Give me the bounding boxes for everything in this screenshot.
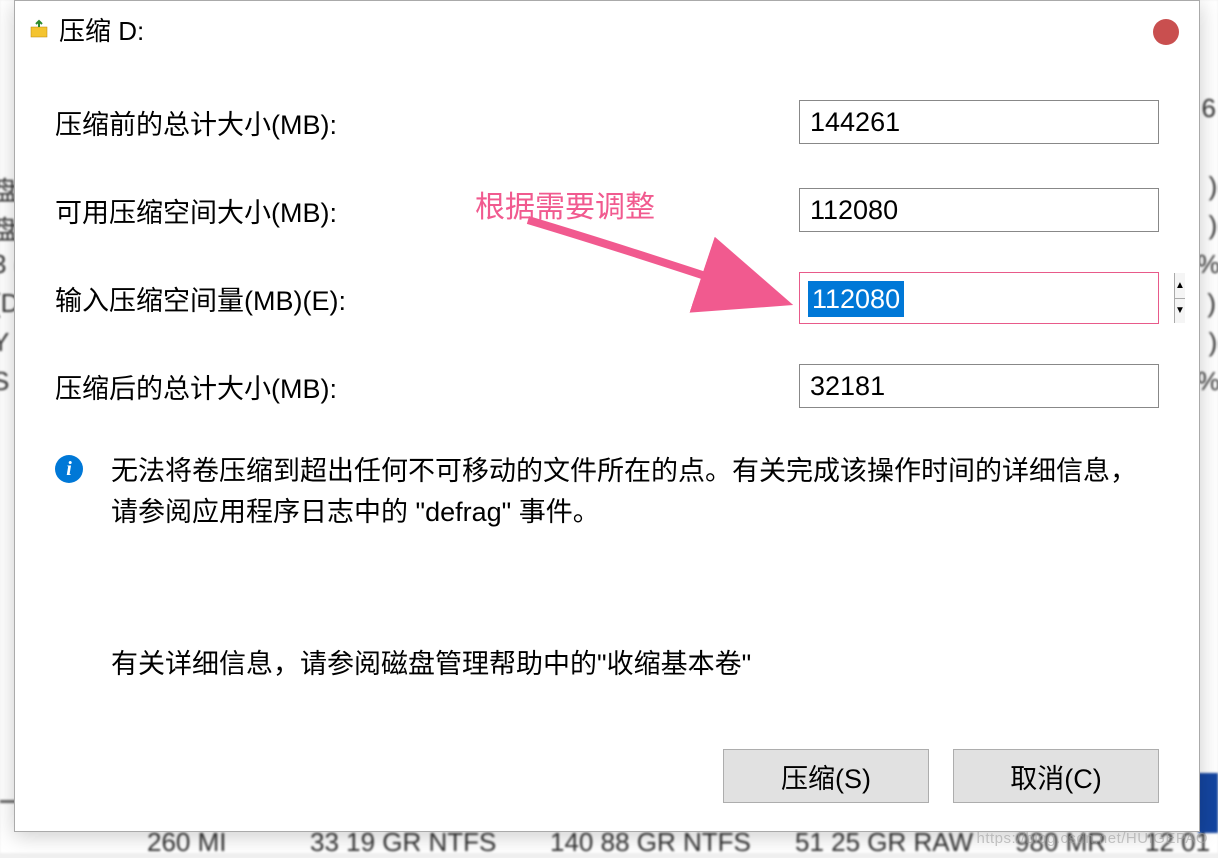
bg-text: 6 [1202,93,1216,124]
help-text: 有关详细信息，请参阅磁盘管理帮助中的"收缩基本卷" [15,642,1199,681]
bg-text: ) [1207,288,1216,319]
spinner-down-button[interactable]: ▼ [1175,299,1185,324]
bg-text: Y [0,327,9,358]
label-input: 输入压缩空间量(MB)(E): [55,279,505,318]
bg-text: )( [1209,210,1218,241]
value-available: 112080 [799,188,1159,232]
row-total-after: 压缩后的总计大小(MB): 32181 [55,361,1159,411]
info-text: 无法将卷压缩到超出任何不可移动的文件所在的点。有关完成该操作时间的详细信息，请参… [111,451,1159,532]
form-area: 压缩前的总计大小(MB): 144261 可用压缩空间大小(MB): 11208… [15,57,1199,411]
shrink-button[interactable]: 压缩(S) [723,749,929,803]
shrink-volume-dialog: 压缩 D: 压缩前的总计大小(MB): 144261 可用压缩空间大小(MB):… [14,0,1200,832]
bg-text: S [0,366,9,397]
label-total-after: 压缩后的总计大小(MB): [55,367,505,406]
bg-text: % [1197,366,1218,397]
dialog-title: 压缩 D: [59,11,144,48]
bg-text: )( [1209,327,1218,358]
cancel-button[interactable]: 取消(C) [953,749,1159,803]
label-total-before: 压缩前的总计大小(MB): [55,103,505,142]
shrink-amount-spinner[interactable]: 112080 ▲ ▼ [799,272,1159,324]
spinner-buttons: ▲ ▼ [1174,273,1185,323]
spinner-value: 112080 [808,281,904,317]
info-icon: i [55,455,83,483]
value-total-before: 144261 [799,100,1159,144]
value-total-after: 32181 [799,364,1159,408]
bg-text: % [1197,249,1218,280]
title-bar: 压缩 D: [15,1,1199,57]
row-input: 输入压缩空间量(MB)(E): 112080 ▲ ▼ [55,273,1159,323]
spinner-up-button[interactable]: ▲ [1175,273,1185,299]
close-icon[interactable] [1153,19,1179,45]
watermark: https://blog.csdn.net/HUIGEPAO [977,830,1209,847]
label-available: 可用压缩空间大小(MB): [55,191,505,230]
app-icon [29,19,49,39]
row-total-before: 压缩前的总计大小(MB): 144261 [55,97,1159,147]
row-available: 可用压缩空间大小(MB): 112080 [55,185,1159,235]
bg-text: )( [1209,171,1218,202]
button-bar: 压缩(S) 取消(C) [723,749,1159,803]
info-section: i 无法将卷压缩到超出任何不可移动的文件所在的点。有关完成该操作时间的详细信息，… [15,451,1199,532]
